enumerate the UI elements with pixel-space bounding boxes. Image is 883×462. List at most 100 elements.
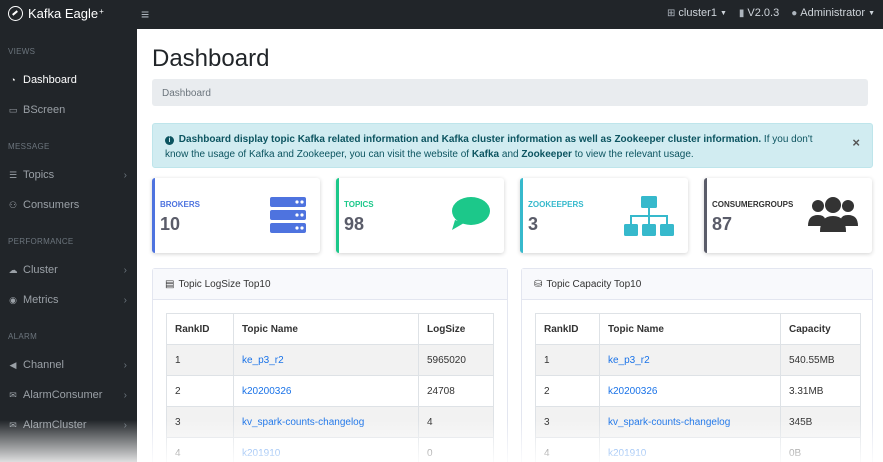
table-row: 4 k201910 0B	[535, 437, 861, 462]
topic-link[interactable]: ke_p3_r2	[242, 355, 284, 366]
brand[interactable]: Kafka Eagle +	[8, 6, 104, 21]
table-header-row: RankID Topic Name LogSize	[166, 313, 494, 345]
info-icon: i	[165, 136, 174, 145]
caret-down-icon: ▼	[868, 9, 875, 17]
topic-link[interactable]: kv_spark-counts-changelog	[608, 417, 730, 428]
rank-cell: 1	[166, 344, 234, 376]
close-icon[interactable]: ×	[852, 135, 860, 150]
version-label: V2.0.3	[747, 7, 780, 19]
table-header-row: RankID Topic Name Capacity	[535, 313, 861, 345]
sidebar: VIEWS ◔ Dashboard ▭ BScreen MESSAGE ☰ To…	[0, 29, 137, 462]
sidebar-item-label: BScreen	[23, 104, 66, 116]
rank-cell: 1	[535, 344, 600, 376]
sidebar-section-alarm: ALARM	[8, 332, 38, 341]
topic-link[interactable]: kv_spark-counts-changelog	[242, 417, 364, 428]
topic-link[interactable]: k20200326	[608, 386, 658, 397]
comment-icon	[452, 197, 490, 230]
card-label: ZOOKEEPERS	[528, 200, 584, 209]
brand-name: Kafka Eagle	[28, 6, 99, 21]
sidebar-item-alarmcluster[interactable]: ✉ AlarmCluster ›	[0, 414, 137, 436]
monitor-icon: ▭	[8, 104, 18, 115]
envelope-icon: ✉	[9, 419, 17, 430]
rank-cell: 4	[535, 437, 600, 462]
users-group-icon	[808, 197, 858, 232]
table-row: 4 k201910 0	[166, 437, 494, 462]
column-header: RankID	[166, 313, 234, 345]
sidebar-item-label: AlarmConsumer	[23, 389, 103, 401]
card-label: TOPICS	[344, 200, 374, 209]
panel-header: ▤ Topic LogSize Top10	[153, 269, 507, 300]
menu-toggle-icon[interactable]: ≡	[141, 6, 149, 22]
card-value: 3	[528, 214, 539, 234]
alert-kafka-link: Kafka	[471, 149, 500, 160]
dashboard-icon: ◔	[10, 75, 16, 85]
list-icon: ☰	[8, 169, 18, 180]
sidebar-item-channel[interactable]: ◀ Channel ›	[0, 354, 137, 376]
top-navbar: Kafka Eagle + ≡ ⊞ cluster1 ▼ ▮ V2.0.3 ● A…	[0, 0, 883, 29]
rank-cell: 4	[166, 437, 234, 462]
users-icon: ⚇	[8, 199, 18, 210]
sidebar-item-cluster[interactable]: ☁ Cluster ›	[0, 259, 137, 281]
topic-capacity-panel: ⛁ Topic Capacity Top10 RankID Topic Name…	[521, 268, 873, 462]
column-header: LogSize	[418, 313, 494, 345]
card-label: BROKERS	[160, 200, 201, 209]
sidebar-item-label: Consumers	[23, 199, 80, 211]
sidebar-section-views: VIEWS	[8, 47, 36, 56]
table-row: 2 k20200326 3.31MB	[535, 375, 861, 407]
sidebar-item-label: Cluster	[23, 264, 58, 276]
topic-link[interactable]: ke_p3_r2	[608, 355, 650, 366]
sidebar-section-message: MESSAGE	[8, 142, 50, 151]
table-row: 3 kv_spark-counts-changelog 4	[166, 406, 494, 438]
brand-logo-icon	[8, 6, 23, 21]
cloud-icon: ☁	[8, 264, 18, 275]
sidebar-item-alarmconsumer[interactable]: ✉ AlarmConsumer ›	[0, 384, 137, 406]
topic-link[interactable]: k201910	[608, 448, 646, 459]
database-icon: ⛁	[534, 278, 543, 290]
cluster-dropdown[interactable]: ⊞ cluster1 ▼	[667, 7, 727, 19]
sitemap-icon	[624, 196, 674, 236]
sidebar-item-topics[interactable]: ☰ Topics ›	[0, 164, 137, 186]
sidebar-item-label: AlarmCluster	[23, 419, 87, 431]
card-consumergroups[interactable]: CONSUMERGROUPS 87	[704, 178, 872, 253]
sidebar-item-label: Topics	[23, 169, 55, 181]
sidebar-item-label: Channel	[23, 359, 64, 371]
eye-icon: ◉	[9, 294, 17, 305]
sidebar-item-metrics[interactable]: ◉ Metrics ›	[0, 289, 137, 311]
rank-cell: 2	[166, 375, 234, 407]
card-value: 10	[160, 214, 181, 234]
chevron-right-icon: ›	[123, 389, 127, 401]
user-label: Administrator	[800, 7, 866, 19]
alert-text: to view the relevant usage.	[571, 149, 694, 160]
logsize-cell: 5965020	[418, 344, 494, 376]
alert-zookeeper-link: Zookeeper	[521, 149, 572, 160]
alert-text: and	[499, 149, 522, 160]
capacity-cell: 540.55MB	[780, 344, 861, 376]
capacity-table: RankID Topic Name Capacity 1 ke_p3_r2 54…	[535, 313, 861, 462]
sidebar-item-dashboard[interactable]: ◔ Dashboard	[0, 69, 137, 91]
bookmark-icon: ▮	[738, 7, 745, 19]
version-link[interactable]: ▮ V2.0.3	[739, 7, 779, 19]
card-topics[interactable]: TOPICS 98	[336, 178, 504, 253]
column-header: RankID	[535, 313, 600, 345]
topic-link[interactable]: k20200326	[242, 386, 292, 397]
user-dropdown[interactable]: ● Administrator ▼	[791, 7, 875, 19]
envelope-icon: ✉	[9, 389, 17, 400]
chevron-right-icon: ›	[123, 359, 127, 371]
sidebar-item-consumers[interactable]: ⚇ Consumers	[0, 194, 137, 216]
logsize-cell: 24708	[418, 375, 494, 407]
topic-link[interactable]: k201910	[242, 448, 280, 459]
capacity-cell: 345B	[780, 406, 861, 438]
card-zookeepers[interactable]: ZOOKEEPERS 3	[520, 178, 688, 253]
user-icon: ●	[791, 7, 798, 19]
capacity-cell: 0B	[780, 437, 861, 462]
sidebar-item-bscreen[interactable]: ▭ BScreen	[0, 99, 137, 121]
card-label: CONSUMERGROUPS	[712, 200, 794, 209]
alert-bold-text: Dashboard display topic Kafka related in…	[178, 134, 762, 145]
cluster-label: cluster1	[678, 7, 717, 19]
rank-cell: 3	[166, 406, 234, 438]
table-row: 3 kv_spark-counts-changelog 345B	[535, 406, 861, 438]
card-brokers[interactable]: BROKERS 10	[152, 178, 320, 253]
column-header: Topic Name	[233, 313, 419, 345]
chevron-right-icon: ›	[123, 419, 127, 431]
sidebar-section-performance: PERFORMANCE	[8, 237, 74, 246]
